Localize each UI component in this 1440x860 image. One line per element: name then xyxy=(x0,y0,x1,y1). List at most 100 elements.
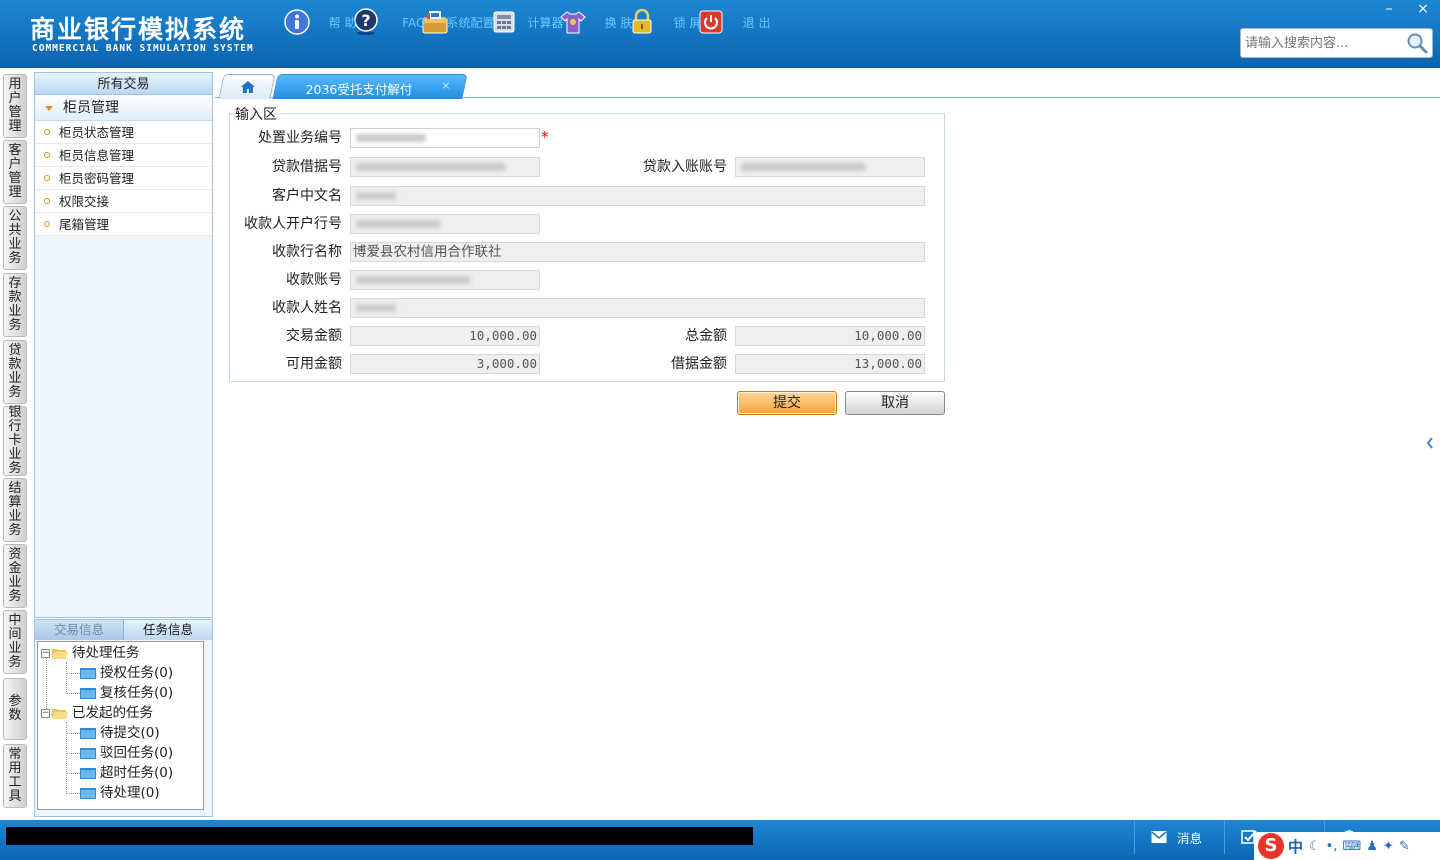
menu-item-cash-box[interactable]: 尾箱管理 xyxy=(35,213,212,236)
vtab-char: 卡 xyxy=(8,433,22,448)
vtab-char: 金 xyxy=(8,561,22,576)
vtab-parameters[interactable]: 参数 xyxy=(3,678,27,740)
input-area-legend: 输入区 xyxy=(233,104,279,124)
moon-icon[interactable]: ☾ xyxy=(1309,839,1321,854)
vtab-char: 算 xyxy=(8,495,22,510)
vtab-char: 客 xyxy=(8,143,22,158)
menu-group-teller-management[interactable]: 柜员管理 xyxy=(35,95,212,121)
menu-item-permission-handover[interactable]: 权限交接 xyxy=(35,190,212,213)
vtab-card-business[interactable]: 银行卡业务 xyxy=(3,406,27,476)
cancel-button[interactable]: 取消 xyxy=(845,391,945,415)
vtab-char: 务 xyxy=(8,251,22,266)
app-header: 商业银行模拟系统 COMMERCIAL BANK SIMULATION SYST… xyxy=(0,0,1440,68)
tab-2036-entrusted-payment[interactable]: 2036受托支付解付 × xyxy=(272,74,468,99)
collapse-icon[interactable]: − xyxy=(41,708,50,718)
bullet-icon xyxy=(44,152,50,158)
vtab-char: 业 xyxy=(8,575,22,590)
vtab-common-tools[interactable]: 常用工具 xyxy=(3,744,27,808)
system-config-button[interactable]: 系统配置 xyxy=(400,0,495,68)
trade-amount-field: 10,000.00 xyxy=(350,326,540,346)
vtab-customer-management[interactable]: 客户管理 xyxy=(3,140,27,204)
app-subtitle: COMMERCIAL BANK SIMULATION SYSTEM xyxy=(32,43,254,54)
vtab-char: 务 xyxy=(8,318,22,333)
folder-icon xyxy=(80,688,96,699)
folder-open-icon xyxy=(52,649,68,659)
vtab-char: 务 xyxy=(8,589,22,604)
vtab-char: 业 xyxy=(8,641,22,656)
vtab-public-business[interactable]: 公共业务 xyxy=(3,206,27,270)
tree-node-review-tasks[interactable]: 复核任务(0) xyxy=(80,683,173,703)
customer-name-field xyxy=(350,186,925,206)
tree-node-label: 待处理(0) xyxy=(100,785,160,801)
vtab-deposit-business[interactable]: 存款业务 xyxy=(3,273,27,337)
change-skin-button[interactable]: 换 肤 xyxy=(538,0,633,68)
vtab-char: 业 xyxy=(8,237,22,252)
vtab-loan-business[interactable]: 贷款业务 xyxy=(3,340,27,404)
search-icon[interactable] xyxy=(1405,31,1429,55)
keyboard-icon[interactable]: ⌨ xyxy=(1342,839,1361,854)
close-tab-icon[interactable]: × xyxy=(441,79,450,92)
user-icon[interactable]: ♟ xyxy=(1366,839,1378,854)
available-amount-field: 3,000.00 xyxy=(350,354,540,374)
lock-screen-button[interactable]: 锁 屏 xyxy=(607,0,702,68)
menu-item-teller-info[interactable]: 柜员信息管理 xyxy=(35,144,212,167)
tree-node-to-process[interactable]: 待处理(0) xyxy=(80,783,160,803)
exit-button[interactable]: 退 出 xyxy=(676,0,771,68)
ime-mode[interactable]: 中 xyxy=(1288,836,1303,857)
vtab-char: 管 xyxy=(8,171,22,186)
bullet-icon xyxy=(44,198,50,204)
close-window-button[interactable]: × xyxy=(1406,0,1440,20)
vtab-char: 户 xyxy=(8,157,22,172)
folder-icon xyxy=(80,728,96,739)
wrench-icon[interactable]: ✎ xyxy=(1399,839,1410,854)
punctuation-icon[interactable]: •, xyxy=(1326,839,1338,854)
envelope-icon xyxy=(1151,831,1167,843)
vtab-char: 款 xyxy=(8,290,22,305)
vtab-fund-business[interactable]: 资金业务 xyxy=(3,544,27,608)
collapse-icon[interactable]: − xyxy=(41,648,50,658)
note-amount-label: 借据金额 xyxy=(671,356,727,372)
menu-item-teller-status[interactable]: 柜员状态管理 xyxy=(35,121,212,144)
search-input[interactable] xyxy=(1241,29,1401,57)
tree-node-to-submit[interactable]: 待提交(0) xyxy=(80,723,160,743)
vtab-char: 业 xyxy=(8,371,22,386)
ime-logo[interactable]: S xyxy=(1258,833,1284,859)
vtab-intermediary-business[interactable]: 中间业务 xyxy=(3,610,27,674)
menu-group-label: 柜员管理 xyxy=(63,100,119,116)
vtab-char: 款 xyxy=(8,357,22,372)
vtab-char: 常 xyxy=(8,747,22,762)
vtab-settlement-business[interactable]: 结算业务 xyxy=(3,478,27,542)
tab-home[interactable] xyxy=(218,74,276,99)
vtab-char: 用 xyxy=(8,761,22,776)
module-tabs: 用户管理 客户管理 公共业务 存款业务 贷款业务 银行卡业务 结算业务 资金业务… xyxy=(0,68,32,820)
payee-account-label: 收款账号 xyxy=(286,272,342,288)
tab-bar: 2036受托支付解付 × xyxy=(215,68,1440,99)
minimize-button[interactable]: – xyxy=(1372,0,1406,20)
vtab-char: 管 xyxy=(8,105,22,120)
total-amount-field: 10,000.00 xyxy=(735,326,925,346)
messages-button[interactable]: 消息 xyxy=(1134,820,1224,854)
menu-item-teller-password[interactable]: 柜员密码管理 xyxy=(35,167,212,190)
payee-name-label: 收款人姓名 xyxy=(272,300,342,316)
skin-icon[interactable]: ✦ xyxy=(1383,839,1394,854)
help-button[interactable]: 帮 助 xyxy=(262,0,357,68)
folder-icon xyxy=(80,668,96,679)
collapse-panel-handle[interactable] xyxy=(1426,420,1436,470)
tab-task-info[interactable]: 任务信息 xyxy=(124,620,212,640)
bullet-icon xyxy=(44,175,50,181)
tree-node-timeout[interactable]: 超时任务(0) xyxy=(80,763,173,783)
window-controls: – × xyxy=(1372,0,1440,20)
faq-button[interactable]: ? FAQ xyxy=(331,0,426,68)
tree-node-authorize-tasks[interactable]: 授权任务(0) xyxy=(80,663,173,683)
case-no-input[interactable] xyxy=(350,128,540,148)
tab-trade-info[interactable]: 交易信息 xyxy=(35,620,124,640)
tree-node-pending[interactable]: − 待处理任务 xyxy=(41,643,140,663)
calculator-button[interactable]: 计算器 xyxy=(469,0,564,68)
tree-node-rejected[interactable]: 驳回任务(0) xyxy=(80,743,173,763)
tab-label: 2036受托支付解付 xyxy=(305,82,413,97)
vtab-user-management[interactable]: 用户管理 xyxy=(3,74,27,138)
tree-node-initiated[interactable]: − 已发起的任务 xyxy=(41,703,153,723)
submit-button[interactable]: 提交 xyxy=(737,391,837,415)
vtab-char: 具 xyxy=(8,789,22,804)
vtab-char: 结 xyxy=(8,481,22,496)
